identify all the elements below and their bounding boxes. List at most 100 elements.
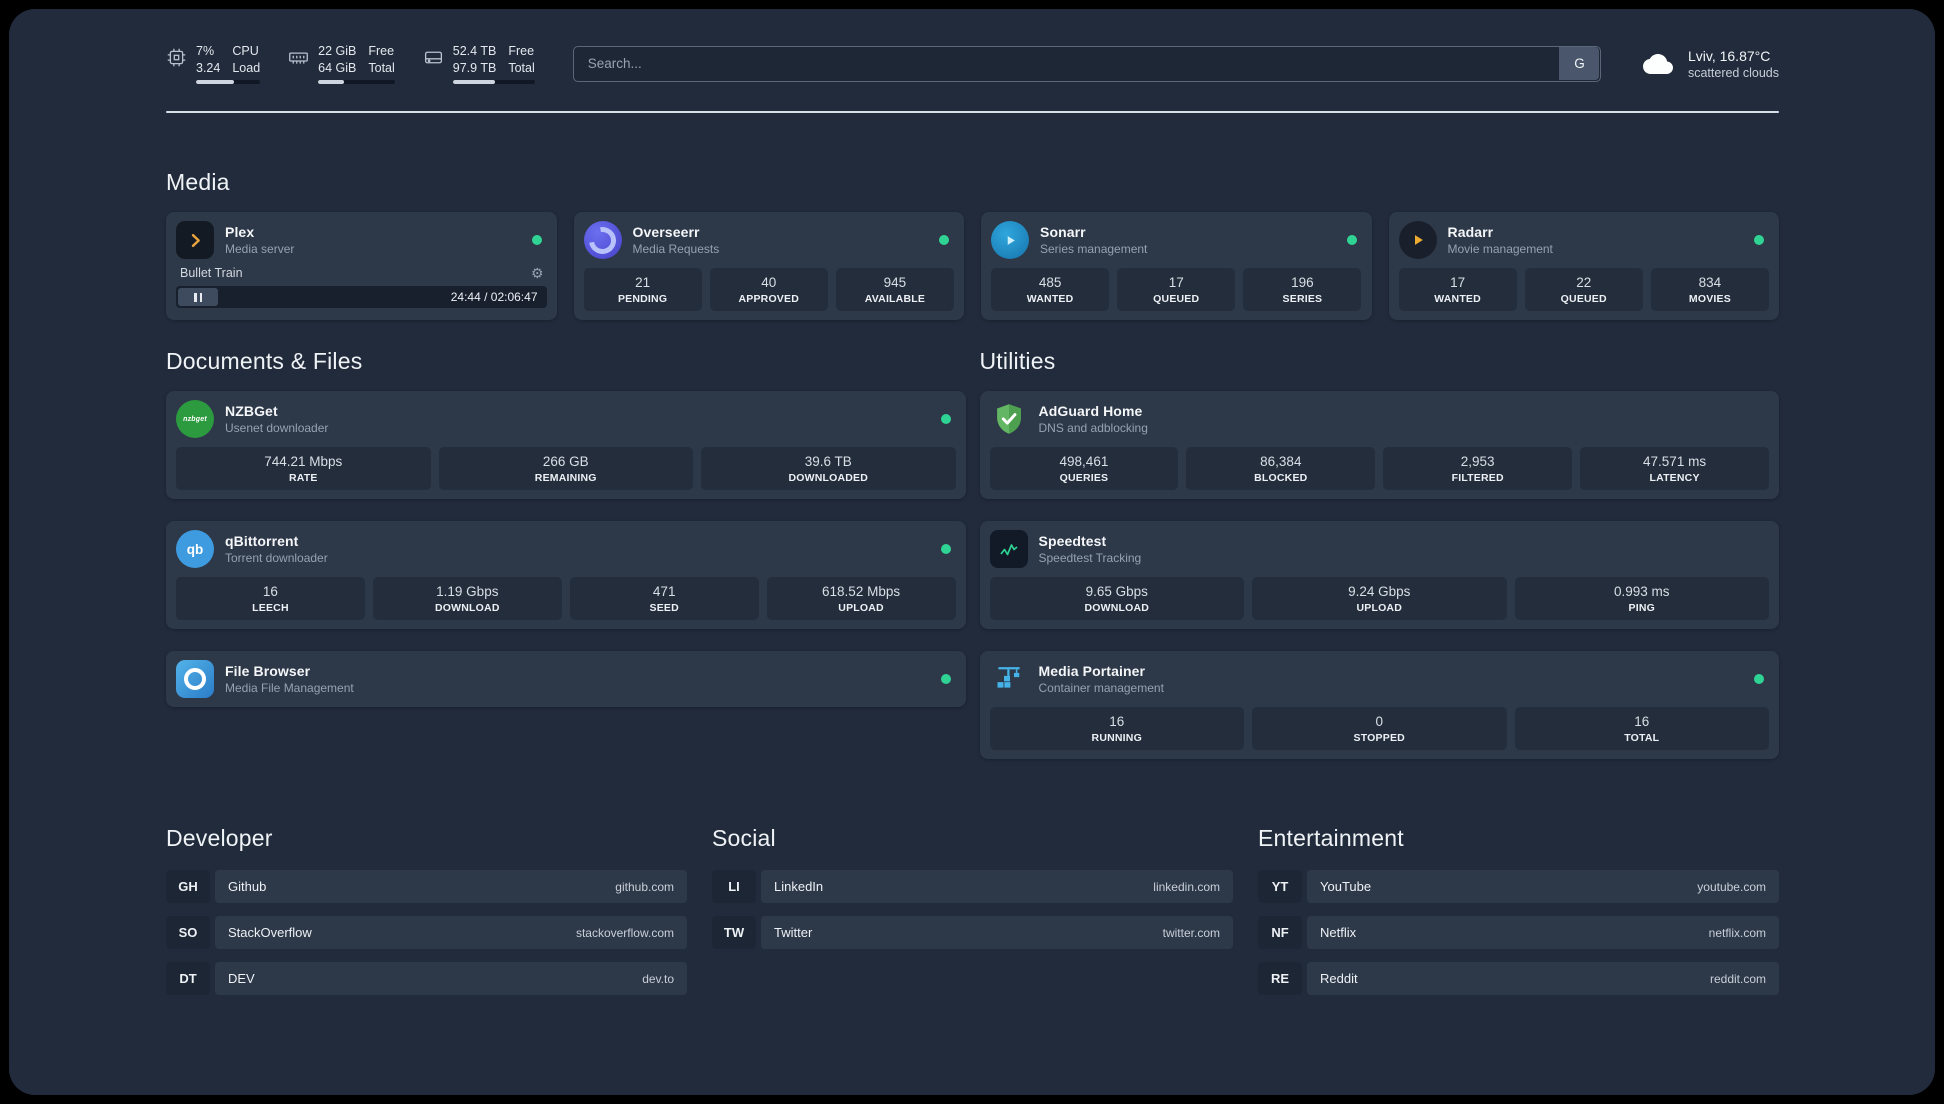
disk-label-2: Total: [508, 60, 535, 75]
bookmark-abbr: YT: [1258, 870, 1302, 903]
stat-value: 485: [1038, 275, 1062, 290]
bookmark-netflix[interactable]: NF Netflix netflix.com: [1258, 916, 1779, 949]
service-stats: 16 RUNNING 0 STOPPED 16 TOTAL: [989, 707, 1769, 750]
stat-label: APPROVED: [738, 293, 799, 305]
service-description: Media server: [225, 242, 295, 256]
section-title-documents: Documents & Files: [166, 348, 363, 374]
stat-tile: 618.52 Mbps UPLOAD: [766, 577, 956, 620]
stat-label: TOTAL: [1624, 732, 1660, 744]
service-header: Sonarr Series management: [991, 221, 1362, 259]
stat-tile: 9.24 Gbps UPLOAD: [1252, 577, 1507, 620]
service-card-nzbget[interactable]: nzbget NZBGet Usenet downloader 744.21 M…: [166, 391, 966, 499]
bookmark-abbr: DT: [166, 962, 210, 995]
bookmark-linkedin[interactable]: LI LinkedIn linkedin.com: [712, 870, 1233, 903]
stat-value: 471: [652, 584, 676, 599]
stat-tile: 266 GB REMAINING: [438, 447, 693, 490]
stat-value: 266 GB: [542, 454, 589, 469]
bookmark-group-entertainment: Entertainment YT YouTube youtube.com NF N…: [1258, 825, 1779, 1008]
disk-free: 52.4 TB: [452, 44, 497, 58]
playback-progress-bar[interactable]: 24:44 / 02:06:47: [176, 286, 547, 308]
memory-icon: [289, 52, 309, 64]
stat-tile: 16 LEECH: [176, 577, 365, 620]
search-provider-button[interactable]: G: [1559, 47, 1600, 80]
media-row: Plex Media server Bullet Train ⚙ 24:44 /…: [166, 212, 1779, 320]
stat-tile: 1.19 Gbps DOWNLOAD: [372, 577, 562, 620]
service-name: Overseerr: [632, 224, 700, 240]
service-stats: 744.21 Mbps RATE 266 GB REMAINING 39.6 TB D…: [176, 447, 956, 490]
stat-label: DOWNLOAD: [435, 602, 500, 614]
memory-total: 64 GiB: [318, 60, 357, 75]
stat-tile: 744.21 Mbps RATE: [176, 447, 431, 490]
memory-progress-track: [318, 80, 395, 84]
cpu-progress-fill: [196, 80, 235, 84]
nzbget-icon: nzbget: [176, 400, 214, 438]
stat-label: QUEUED: [1560, 293, 1607, 305]
service-description: Speedtest Tracking: [1038, 551, 1142, 565]
service-card-portainer[interactable]: Media Portainer Container management 16 R…: [979, 651, 1779, 759]
bookmark-url: linkedin.com: [1153, 879, 1220, 894]
stat-tile: 17 QUEUED: [1117, 268, 1236, 311]
bookmark-abbr: RE: [1258, 962, 1302, 995]
stat-value: 17: [1168, 275, 1184, 290]
service-description: Container management: [1038, 681, 1164, 695]
stat-label: REMAINING: [534, 472, 597, 484]
service-card-plex[interactable]: Plex Media server Bullet Train ⚙ 24:44 /…: [166, 212, 557, 320]
screen: 7% 3.24 CPU Load 22 GiB 64 GiB Free Tota…: [0, 0, 1944, 1104]
stat-label: QUERIES: [1059, 472, 1109, 484]
bookmark-twitter[interactable]: TW Twitter twitter.com: [712, 916, 1233, 949]
search-input[interactable]: [572, 45, 1601, 82]
status-dot: [940, 674, 951, 684]
sonarr-icon: [991, 221, 1029, 259]
service-stats: 485 WANTED 17 QUEUED 196 SERIES: [991, 268, 1362, 311]
documents-column: Documents & Files nzbget NZBGet Usenet d…: [166, 348, 966, 759]
bookmark-stackoverflow[interactable]: SO StackOverflow stackoverflow.com: [166, 916, 687, 949]
stat-value: 39.6 TB: [804, 454, 852, 469]
stat-label: UPLOAD: [838, 602, 884, 614]
service-card-sonarr[interactable]: Sonarr Series management 485 WANTED 17 QUE…: [981, 212, 1372, 320]
stat-tile: 86,384 BLOCKED: [1186, 447, 1376, 490]
bookmark-reddit[interactable]: RE Reddit reddit.com: [1258, 962, 1779, 995]
cpu-label-1: CPU: [232, 44, 259, 58]
section-title-media: Media: [166, 169, 230, 195]
now-playing-title: Bullet Train: [180, 266, 243, 280]
stat-tile: 945 AVAILABLE: [835, 268, 954, 311]
stat-label: WANTED: [1026, 293, 1074, 305]
memory-progress-fill: [318, 80, 345, 84]
radarr-icon: [1398, 221, 1437, 259]
bookmark-github[interactable]: GH Github github.com: [166, 870, 687, 903]
service-stats: 16 LEECH 1.19 Gbps DOWNLOAD 471 SEED 618.52…: [176, 577, 956, 620]
stat-label: SEED: [649, 602, 679, 614]
memory-label-2: Total: [368, 60, 395, 75]
speedtest-icon: [989, 530, 1028, 568]
weather-location: Lviv, 16.87°C: [1687, 47, 1771, 64]
stat-label: LEECH: [252, 602, 289, 614]
status-dot: [940, 414, 951, 424]
stat-label: STOPPED: [1353, 732, 1405, 744]
pause-button[interactable]: [178, 288, 218, 306]
service-card-filebrowser[interactable]: File Browser Media File Management: [166, 651, 966, 707]
bookmark-dev[interactable]: DT DEV dev.to: [166, 962, 687, 995]
service-card-adguard[interactable]: AdGuard Home DNS and adblocking 498,461 Q…: [979, 391, 1779, 499]
service-card-overseerr[interactable]: Overseerr Media Requests 21 PENDING 40 APP…: [573, 212, 964, 320]
disk-label-1: Free: [508, 44, 535, 58]
bookmark-youtube[interactable]: YT YouTube youtube.com: [1258, 870, 1779, 903]
status-dot: [940, 544, 951, 554]
service-stats: 17 WANTED 22 QUEUED 834 MOVIES: [1398, 268, 1770, 311]
service-card-radarr[interactable]: Radarr Movie management 17 WANTED 22 QUEUE…: [1388, 212, 1779, 320]
settings-gear-icon[interactable]: ⚙: [531, 266, 544, 280]
qbittorrent-icon: qb: [176, 530, 214, 568]
stat-tile: 498,461 QUERIES: [989, 447, 1179, 490]
bookmark-abbr: GH: [166, 870, 210, 903]
service-card-qbittorrent[interactable]: qb qBittorrent Torrent downloader 16 LEEC…: [166, 521, 966, 629]
bookmark-name: Netflix: [1320, 925, 1357, 940]
bookmark-name: DEV: [228, 971, 255, 986]
stat-label: QUEUED: [1153, 293, 1200, 305]
service-header: Radarr Movie management: [1398, 221, 1770, 259]
stat-value: 21: [635, 275, 651, 290]
stat-value: 618.52 Mbps: [822, 584, 901, 599]
bookmark-name: StackOverflow: [228, 925, 312, 940]
service-card-speedtest[interactable]: Speedtest Speedtest Tracking 9.65 Gbps DO…: [979, 521, 1779, 629]
status-dot: [1754, 235, 1764, 245]
bookmark-name: Github: [228, 879, 267, 894]
stat-label: RATE: [288, 472, 318, 484]
